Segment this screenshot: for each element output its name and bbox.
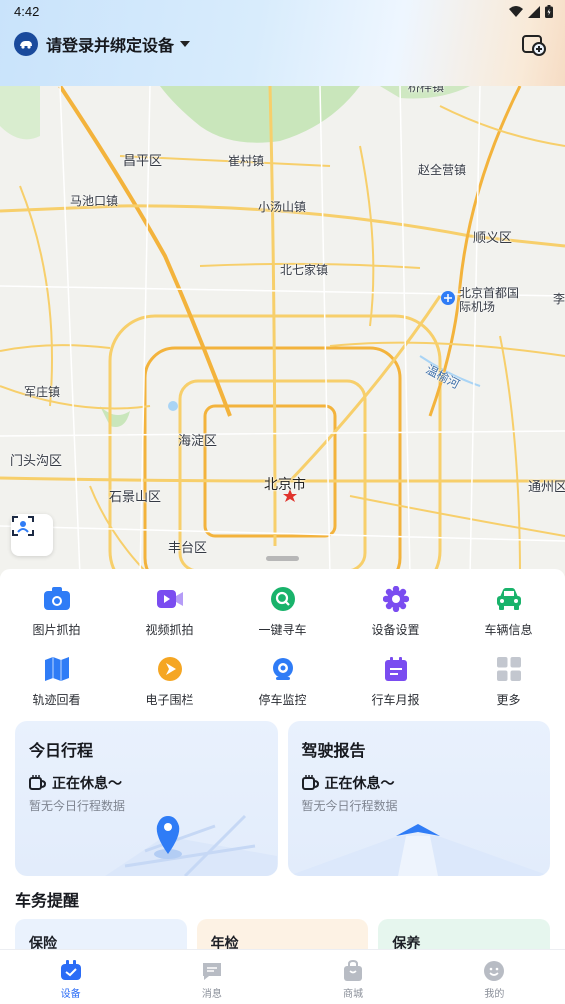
- tab-label: 商城: [343, 989, 364, 1000]
- card-title: 驾驶报告: [301, 741, 366, 760]
- bottom-sheet: 图片抓拍 视频抓拍 一键寻车 设备设置 车辆信息 轨迹回看 电子围栏 停车监控 …: [0, 569, 565, 959]
- tool-track-replay[interactable]: 轨迹回看: [0, 655, 113, 725]
- location-pin-illustration: [105, 814, 277, 876]
- tool-label: 更多: [496, 693, 521, 707]
- device-icon: [60, 960, 81, 980]
- tool-grid: 图片抓拍 视频抓拍 一键寻车 设备设置 车辆信息 轨迹回看 电子围栏 停车监控 …: [0, 585, 565, 725]
- tool-label: 车辆信息: [484, 623, 533, 637]
- summary-cards: 今日行程 正在休息～ 暂无今日行程数据 驾驶报告 正在休息～ 暂无今日行程数据: [15, 721, 550, 876]
- face-scan-icon: [12, 516, 34, 536]
- driving-report-card[interactable]: 驾驶报告 正在休息～ 暂无今日行程数据: [287, 721, 550, 876]
- status-icons: [509, 5, 553, 18]
- tool-label: 轨迹回看: [32, 693, 81, 707]
- video-icon: [156, 585, 184, 613]
- map-label: 军庄镇: [24, 385, 61, 399]
- map-canvas: [0, 86, 565, 576]
- tool-label: 行车月报: [371, 693, 420, 707]
- coffee-icon: [29, 775, 47, 790]
- tool-device-settings[interactable]: 设备设置: [339, 585, 452, 655]
- tab-messages[interactable]: 消息: [141, 950, 282, 1004]
- car-icon: [495, 585, 523, 613]
- tab-label: 设备: [60, 989, 81, 1000]
- card-title: 今日行程: [29, 741, 94, 760]
- profile-icon: [484, 961, 505, 981]
- tool-label: 一键寻车: [258, 623, 307, 637]
- add-device-icon[interactable]: [521, 32, 547, 58]
- map-label: 门头沟区: [10, 454, 63, 469]
- map-label: 海淀区: [178, 434, 218, 449]
- tab-shop[interactable]: 商城: [283, 950, 424, 1004]
- message-icon: [202, 963, 221, 980]
- map-label: 北京市: [264, 477, 306, 493]
- map-label: 小汤山镇: [258, 200, 307, 214]
- signal-icon: [528, 5, 540, 18]
- reminders-title: 车务提醒: [15, 891, 80, 910]
- shop-icon: [344, 960, 363, 981]
- map-label: 崔村镇: [228, 154, 265, 168]
- map-label: 通州区: [528, 480, 565, 495]
- road-arrow-illustration: [287, 824, 550, 876]
- tool-vehicle-info[interactable]: 车辆信息: [452, 585, 565, 655]
- camera-icon: [43, 585, 71, 613]
- tool-label: 停车监控: [258, 693, 307, 707]
- map-label: 北京首都国际机场: [459, 286, 520, 314]
- tool-geofence[interactable]: 电子围栏: [113, 655, 226, 725]
- map-label: 顺义区: [473, 231, 513, 246]
- device-title[interactable]: 请登录并绑定设备: [46, 32, 174, 56]
- chevron-down-icon[interactable]: [180, 41, 191, 47]
- today-trip-card[interactable]: 今日行程 正在休息～ 暂无今日行程数据: [15, 721, 278, 876]
- parking-monitor-icon: [269, 655, 297, 683]
- tool-label: 设备设置: [371, 623, 420, 637]
- face-scan-button[interactable]: [11, 514, 53, 556]
- tool-label: 电子围栏: [145, 693, 194, 707]
- status-bar: 4:42: [0, 0, 565, 24]
- tool-find-car[interactable]: 一键寻车: [226, 585, 339, 655]
- tool-label: 图片抓拍: [32, 623, 81, 637]
- map-view[interactable]: 昌平区 崔村镇 马池口镇 小汤山镇 赵全营镇 顺义区 北七家镇 北京首都国际机场…: [0, 86, 565, 576]
- map-label: 丰台区: [168, 541, 208, 556]
- tab-label: 我的: [484, 989, 505, 1000]
- top-header: 4:42 请登录并绑定设备: [0, 0, 565, 86]
- rest-status: 正在休息～: [301, 773, 395, 793]
- calendar-icon: [382, 655, 410, 683]
- tab-label: 消息: [201, 989, 222, 1000]
- map-label: 赵全营镇: [418, 163, 467, 177]
- map-label: 桥梓镇: [408, 86, 445, 94]
- rest-status: 正在休息～: [29, 773, 122, 793]
- tab-profile[interactable]: 我的: [424, 950, 565, 1004]
- tool-video-capture[interactable]: 视频抓拍: [113, 585, 226, 655]
- gear-icon: [382, 585, 410, 613]
- tool-parking-monitor[interactable]: 停车监控: [226, 655, 339, 725]
- wifi-icon: [509, 5, 523, 17]
- status-time: 4:42: [14, 4, 40, 19]
- map-label: 昌平区: [123, 154, 163, 169]
- tool-photo-capture[interactable]: 图片抓拍: [0, 585, 113, 655]
- device-selector[interactable]: 请登录并绑定设备: [14, 28, 551, 60]
- tool-more[interactable]: 更多: [452, 655, 565, 725]
- map-label: 李: [553, 292, 565, 306]
- map-label: 石景山区: [109, 490, 162, 505]
- map-label: 马池口镇: [70, 194, 119, 208]
- grid-icon: [495, 655, 523, 683]
- map-track-icon: [43, 655, 71, 683]
- bottom-tab-bar: 设备 消息 商城 我的: [0, 949, 565, 1004]
- app-logo-icon: [14, 32, 38, 56]
- find-car-icon: [269, 585, 297, 613]
- sheet-drag-handle[interactable]: [266, 556, 299, 561]
- tool-monthly-report[interactable]: 行车月报: [339, 655, 452, 725]
- map-label: 北七家镇: [280, 263, 329, 277]
- battery-icon: [545, 5, 553, 18]
- rest-text: 正在休息～: [324, 776, 395, 792]
- rest-text: 正在休息～: [52, 776, 122, 792]
- coffee-icon: [301, 775, 319, 790]
- fence-icon: [156, 655, 184, 683]
- tool-label: 视频抓拍: [145, 623, 194, 637]
- tab-device[interactable]: 设备: [0, 950, 141, 1004]
